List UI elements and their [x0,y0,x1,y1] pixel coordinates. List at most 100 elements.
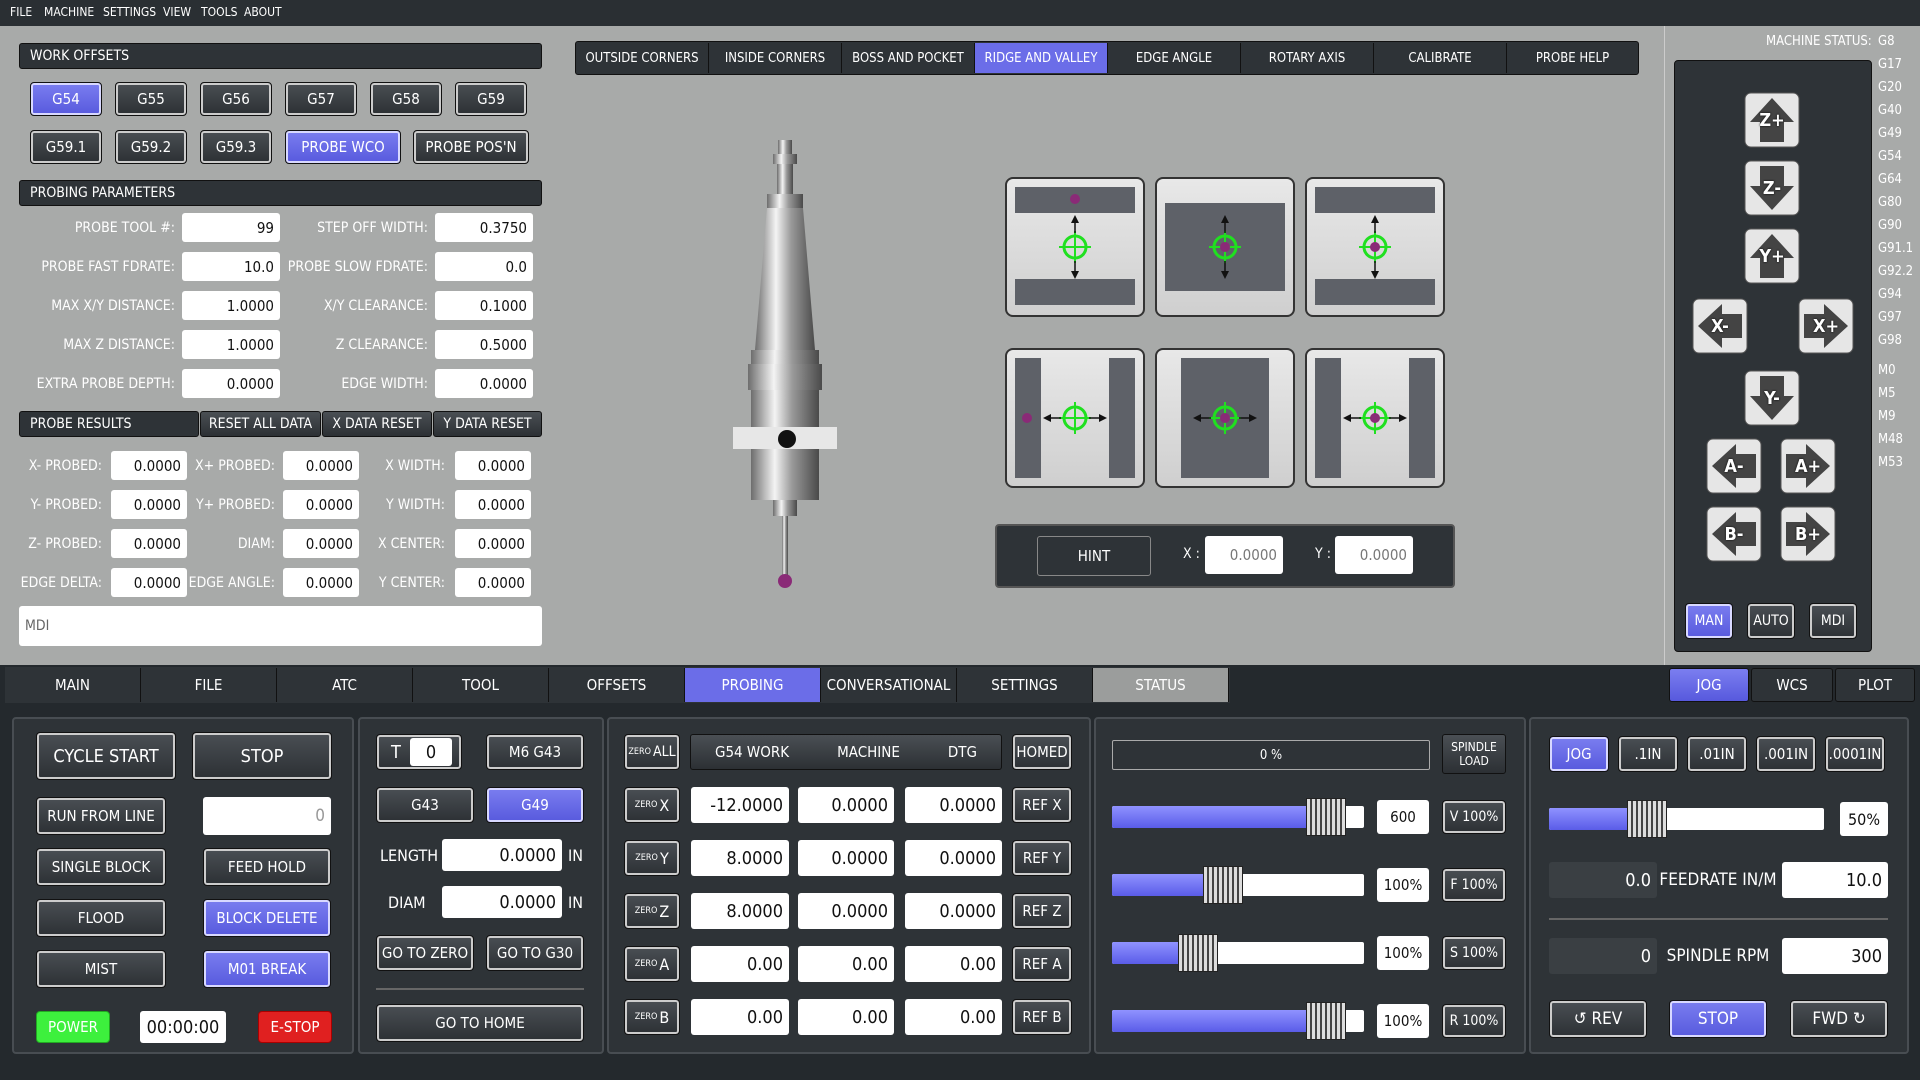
go-to-zero-button[interactable]: GO TO ZERO [376,935,474,971]
rpm-set[interactable]: 300 [1782,938,1888,974]
zero-all-button[interactable]: ZERO ALL [624,734,680,770]
run-from-line-button[interactable]: RUN FROM LINE [36,797,166,835]
feed-hold-button[interactable]: FEED HOLD [203,848,331,886]
probe-mode-card[interactable] [1005,177,1145,317]
jog-key-aplus[interactable]: A+ [1780,438,1836,494]
zero-axis-button[interactable]: ZERO X [624,787,680,823]
param-field[interactable]: 0.0000 [435,369,533,398]
probe-wco-button[interactable]: PROBE WCO [285,130,401,164]
tab-atc[interactable]: ATC [277,668,413,702]
tab-status[interactable]: STATUS [1093,668,1229,702]
jog-key-yminus[interactable]: Y- [1744,370,1800,426]
probe-mode-card[interactable] [1305,348,1445,488]
mist-button[interactable]: MIST [36,950,166,988]
right-tab-plot[interactable]: PLOT [1835,668,1915,702]
jog-key-xminus[interactable]: X- [1692,298,1748,354]
mdi-input[interactable]: MDI [19,606,542,646]
tab-probing[interactable]: PROBING [685,668,821,702]
probe-position-button[interactable]: PROBE POS'N [413,130,529,164]
zero-axis-button[interactable]: ZERO B [624,999,680,1035]
jog-key-yplus[interactable]: Y+ [1744,228,1800,284]
param-field[interactable]: 0.1000 [435,291,533,320]
tab-calibrate[interactable]: CALIBRATE [1374,43,1507,73]
hint-x-field[interactable]: 0.0000 [1205,536,1283,574]
tab-file[interactable]: FILE [141,668,277,702]
power-button[interactable]: POWER [36,1011,110,1043]
jog-increment-button[interactable]: .001IN [1756,736,1816,772]
cycle-start-button[interactable]: CYCLE START [36,732,176,780]
mode-mdi-button[interactable]: MDI [1809,603,1857,639]
jog-rate-knob[interactable] [1627,800,1667,838]
tab-rotary-axis[interactable]: ROTARY AXIS [1241,43,1374,73]
spindle-stop-button[interactable]: STOP [1669,1000,1767,1038]
tab-tool[interactable]: TOOL [413,668,549,702]
wco-g56-button[interactable]: G56 [200,82,272,116]
feedrate-set[interactable]: 10.0 [1782,862,1888,898]
menu-about[interactable]: ABOUT [244,5,282,19]
ref-axis-button[interactable]: REF X [1012,787,1072,823]
override-slider-knob[interactable] [1203,866,1243,904]
single-block-button[interactable]: SINGLE BLOCK [36,848,166,886]
param-field[interactable]: 99 [182,213,280,242]
go-to-g30-button[interactable]: GO TO G30 [486,935,584,971]
menu-settings[interactable]: SETTINGS [103,5,156,19]
flood-button[interactable]: FLOOD [36,899,166,937]
tab-edge-angle[interactable]: EDGE ANGLE [1108,43,1241,73]
wco-g59-1-button[interactable]: G59.1 [30,130,102,164]
probe-mode-card[interactable] [1155,348,1295,488]
param-field[interactable]: 0.5000 [435,330,533,359]
go-to-home-button[interactable]: GO TO HOME [376,1004,584,1042]
tab-outside-corners[interactable]: OUTSIDE CORNERS [576,43,709,73]
probe-mode-card[interactable] [1005,348,1145,488]
tab-probe-help[interactable]: PROBE HELP [1507,43,1638,73]
g43-button[interactable]: G43 [376,787,474,823]
wco-g58-button[interactable]: G58 [370,82,442,116]
override-reset-button[interactable]: S 100% [1442,936,1506,970]
tab-boss-and-pocket[interactable]: BOSS AND POCKET [842,43,975,73]
jog-key-bplus[interactable]: B+ [1780,506,1836,562]
jog-key-aminus[interactable]: A- [1706,438,1762,494]
wco-g55-button[interactable]: G55 [115,82,187,116]
mode-auto-button[interactable]: AUTO [1747,603,1795,639]
hint-y-field[interactable]: 0.0000 [1335,536,1413,574]
block-delete-button[interactable]: BLOCK DELETE [203,899,331,937]
override-slider[interactable] [1112,866,1364,904]
run-from-line-input[interactable]: 0 [203,797,331,835]
override-slider[interactable] [1112,798,1364,836]
reset-all-data-button[interactable]: RESET ALL DATA [200,411,321,437]
right-tab-jog[interactable]: JOG [1669,668,1749,702]
estop-button[interactable]: E-STOP [258,1011,332,1043]
probe-mode-card[interactable] [1155,177,1295,317]
zero-axis-button[interactable]: ZERO Z [624,893,680,929]
jog-key-bminus[interactable]: B- [1706,506,1762,562]
param-field[interactable]: 10.0 [182,252,280,281]
wco-g54-button[interactable]: G54 [30,82,102,116]
tab-conversational[interactable]: CONVERSATIONAL [821,668,957,702]
jog-key-zplus[interactable]: Z+ [1744,92,1800,148]
wco-g59-button[interactable]: G59 [455,82,527,116]
tab-settings[interactable]: SETTINGS [957,668,1093,702]
jog-increment-button[interactable]: .1IN [1618,736,1678,772]
jog-key-zminus[interactable]: Z- [1744,160,1800,216]
override-slider[interactable] [1112,1002,1364,1040]
jog-rate-slider[interactable] [1549,800,1824,838]
tab-ridge-and-valley[interactable]: RIDGE AND VALLEY [975,43,1108,73]
ref-axis-button[interactable]: REF A [1012,946,1072,982]
g49-button[interactable]: G49 [486,787,584,823]
param-field[interactable]: 1.0000 [182,291,280,320]
wco-g57-button[interactable]: G57 [285,82,357,116]
mode-man-button[interactable]: MAN [1685,603,1733,639]
spindle-rev-button[interactable]: ↺ REV [1549,1000,1647,1038]
wco-g59-2-button[interactable]: G59.2 [115,130,187,164]
y-data-reset-button[interactable]: Y DATA RESET [433,411,542,437]
m01-break-button[interactable]: M01 BREAK [203,950,331,988]
param-field[interactable]: 0.3750 [435,213,533,242]
tab-offsets[interactable]: OFFSETS [549,668,685,702]
override-reset-button[interactable]: R 100% [1442,1004,1506,1038]
jog-increment-button[interactable]: .0001IN [1825,736,1885,772]
override-slider-knob[interactable] [1306,1002,1346,1040]
probe-mode-card[interactable] [1305,177,1445,317]
wco-g59-3-button[interactable]: G59.3 [200,130,272,164]
override-slider-knob[interactable] [1306,798,1346,836]
menu-machine[interactable]: MACHINE [44,5,94,19]
